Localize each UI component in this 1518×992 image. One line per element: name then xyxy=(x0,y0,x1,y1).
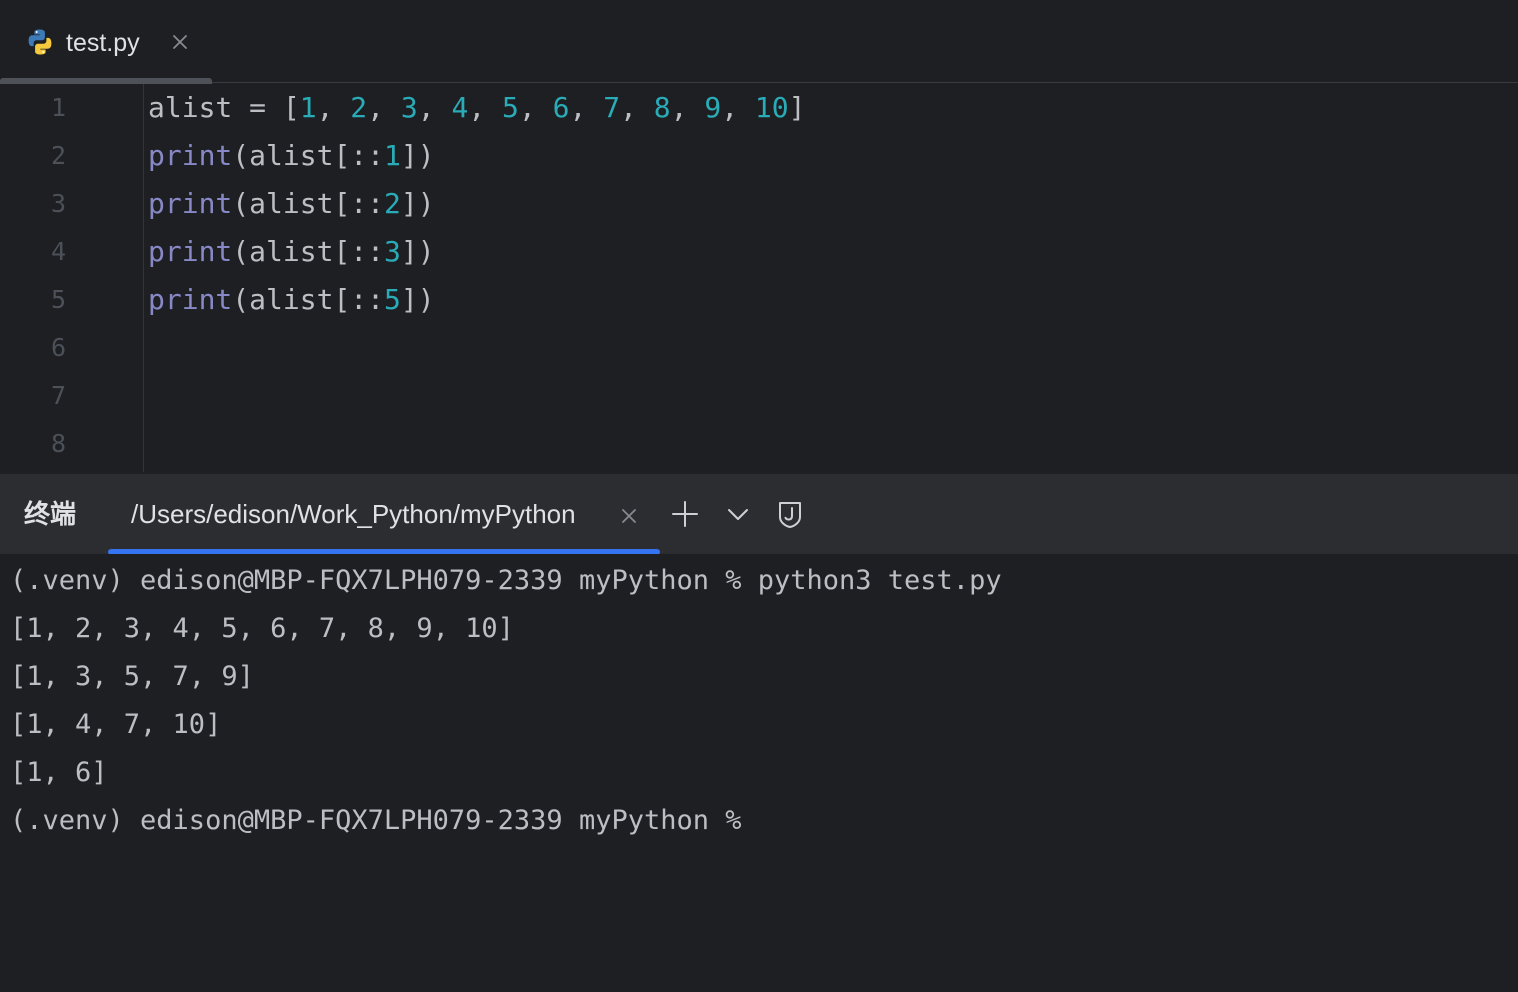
terminal-line: [1, 4, 7, 10] xyxy=(10,709,222,740)
line-number: 4 xyxy=(50,237,66,266)
code-number: 5 xyxy=(384,283,401,316)
terminal-line: [1, 3, 5, 7, 9] xyxy=(10,661,254,692)
code-number: 3 xyxy=(400,91,418,124)
terminal-tool-window-header: 终端 /Users/edison/Work_Python/myPython xyxy=(0,474,1518,555)
terminal-line: (.venv) edison@MBP-FQX7LPH079-2339 myPyt… xyxy=(10,565,1002,596)
line-number: 1 xyxy=(50,93,66,122)
code-number: 2 xyxy=(350,91,368,124)
terminal-prompt: (.venv) edison@MBP-FQX7LPH079-2339 myPyt… xyxy=(10,805,742,836)
code-keyword: print xyxy=(148,283,233,316)
code-token: ]) xyxy=(400,139,435,172)
code-token: , xyxy=(721,91,755,124)
code-line: print(alist[::3]) xyxy=(148,228,435,276)
code-number: 1 xyxy=(384,139,401,172)
line-number: 7 xyxy=(50,381,66,410)
editor-tab-label: test.py xyxy=(66,29,140,57)
code-token: , xyxy=(569,91,604,124)
code-token: ]) xyxy=(400,283,435,316)
code-number: 9 xyxy=(704,91,722,124)
line-number: 2 xyxy=(50,141,66,170)
editor-tab-bar: test.py xyxy=(0,0,1518,84)
line-number: 6 xyxy=(50,333,66,362)
line-number: 5 xyxy=(50,285,66,314)
code-token: (alist[:: xyxy=(232,187,385,220)
code-token: , xyxy=(518,91,553,124)
code-keyword: print xyxy=(148,187,233,220)
code-token: ]) xyxy=(400,235,435,268)
terminal-session-tab[interactable]: /Users/edison/Work_Python/myPython xyxy=(131,496,576,532)
shield-icon[interactable] xyxy=(774,498,806,530)
code-token: alist = [ xyxy=(148,91,300,124)
code-token: , xyxy=(316,91,351,124)
code-number: 1 xyxy=(299,91,317,124)
code-token: , xyxy=(468,91,503,124)
code-line: alist = [1, 2, 3, 4, 5, 6, 7, 8, 9, 10] xyxy=(148,84,806,132)
code-token: ]) xyxy=(400,187,435,220)
code-token: (alist[:: xyxy=(232,235,385,268)
chevron-down-icon[interactable] xyxy=(722,498,754,530)
line-number: 8 xyxy=(50,429,66,458)
code-number: 2 xyxy=(384,187,401,220)
code-token: , xyxy=(670,91,705,124)
code-number: 7 xyxy=(603,91,621,124)
gutter-divider xyxy=(143,84,144,472)
terminal-title: 终端 xyxy=(24,499,77,529)
code-keyword: print xyxy=(148,139,233,172)
terminal-line: [1, 6] xyxy=(10,757,108,788)
code-number: 3 xyxy=(384,235,401,268)
code-token: , xyxy=(620,91,654,124)
code-number: 4 xyxy=(451,91,469,124)
code-keyword: print xyxy=(148,235,233,268)
terminal-line: [1, 2, 3, 4, 5, 6, 7, 8, 9, 10] xyxy=(10,613,514,644)
line-number: 3 xyxy=(50,189,66,218)
code-line: print(alist[::1]) xyxy=(148,132,435,180)
code-editor[interactable]: 1 2 3 4 5 6 7 8 alist = [1, 2, 3, 4, 5, … xyxy=(0,84,1518,474)
line-number-gutter: 1 2 3 4 5 6 7 8 xyxy=(0,84,142,474)
code-token: , xyxy=(417,91,452,124)
close-icon[interactable] xyxy=(617,504,641,528)
editor-tab-test-py[interactable]: test.py xyxy=(0,0,212,84)
code-token: ] xyxy=(788,91,806,124)
close-icon[interactable] xyxy=(168,30,192,54)
code-number: 6 xyxy=(552,91,570,124)
code-number: 5 xyxy=(502,91,519,124)
code-token: (alist[:: xyxy=(232,283,385,316)
code-line: print(alist[::5]) xyxy=(148,276,435,324)
plus-icon[interactable] xyxy=(669,498,701,530)
code-number: 8 xyxy=(653,91,671,124)
code-token: , xyxy=(367,91,401,124)
python-icon xyxy=(25,27,55,57)
ide-window: test.py 1 2 3 4 5 6 7 8 alist = [1, 2, 3… xyxy=(0,0,1518,992)
code-token: (alist[:: xyxy=(232,139,385,172)
code-number: 10 xyxy=(754,91,789,124)
terminal-output[interactable]: (.venv) edison@MBP-FQX7LPH079-2339 myPyt… xyxy=(0,554,1518,992)
code-line: print(alist[::2]) xyxy=(148,180,435,228)
